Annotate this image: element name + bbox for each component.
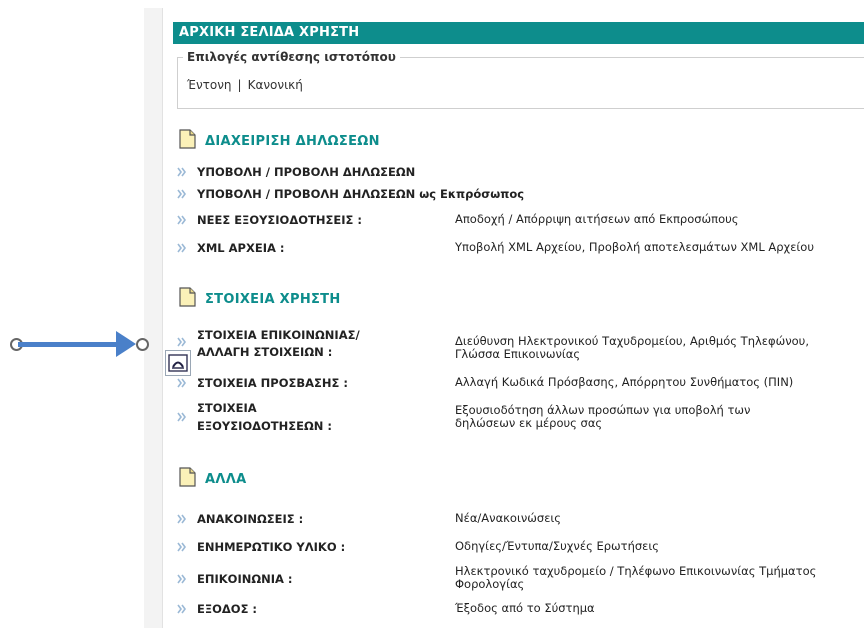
accessibility-icon[interactable] xyxy=(165,350,191,376)
page-margin xyxy=(144,8,162,628)
contact-details-desc-line2: Γλώσσα Επικοινωνίας xyxy=(455,347,581,361)
new-authorizations-link[interactable]: ΝΕΕΣ ΕΞΟΥΣΙΟΔΟΤΗΣΕΙΣ : xyxy=(197,213,362,227)
contact-link[interactable]: ΕΠΙΚΟΙΝΩΝΙΑ : xyxy=(197,572,293,586)
info-material-desc: Οδηγίες/Έντυπα/Συχνές Ερωτήσεις xyxy=(455,539,660,553)
logout-desc: Έξοδος από το Σύστημα xyxy=(455,601,595,615)
double-chevron-right-icon xyxy=(177,243,186,253)
double-chevron-right-icon xyxy=(177,189,186,199)
contrast-high-link[interactable]: Έντονη xyxy=(187,78,232,92)
contact-details-link[interactable]: ΣΤΟΙΧΕΙΑ ΕΠΙΚΟΙΝΩΝΙΑΣ/ xyxy=(197,328,360,342)
announcements-desc: Νέα/Ανακοινώσεις xyxy=(455,511,562,525)
access-details-link[interactable]: ΣΤΟΙΧΕΙΑ ΠΡΟΣΒΑΣΗΣ : xyxy=(197,376,348,390)
access-details-desc: Αλλαγή Κωδικά Πρόσβασης, Απόρρητου Συνθή… xyxy=(455,375,794,389)
double-chevron-right-icon xyxy=(177,378,186,388)
section-title-text: ΣΤΟΙΧΕΙΑ ΧΡΗΣΤΗ xyxy=(205,292,341,307)
change-details-link[interactable]: ΑΛΛΑΓΗ ΣΤΟΙΧΕΙΩΝ : xyxy=(197,345,332,359)
user-home-panel: ΑΡΧΙΚΗ ΣΕΛΙΔΑ ΧΡΗΣΤΗ Επιλογές αντίθεσης … xyxy=(162,8,864,628)
double-chevron-right-icon xyxy=(177,604,186,614)
authorization-details-link-line2[interactable]: ΕΞΟΥΣΙΟΔΟΤΗΣΕΩΝ : xyxy=(197,419,332,433)
authorization-details-link[interactable]: ΣΤΟΙΧΕΙΑ xyxy=(197,401,257,415)
section-other-title: ΑΛΛΑ xyxy=(179,466,246,488)
double-chevron-right-icon xyxy=(177,337,186,347)
xml-files-desc: Υποβολή XML Αρχείου, Προβολή αποτελεσμάτ… xyxy=(455,240,814,254)
double-chevron-right-icon xyxy=(177,215,186,225)
contrast-normal-link[interactable]: Κανονική xyxy=(248,78,303,92)
page-title: ΑΡΧΙΚΗ ΣΕΛΙΔΑ ΧΡΗΣΤΗ xyxy=(173,22,864,44)
submit-declarations-representative-link[interactable]: ΥΠΟΒΟΛΗ / ΠΡΟΒΟΛΗ ΔΗΛΩΣΕΩΝ ως Εκπρόσωπος xyxy=(197,187,524,201)
double-chevron-right-icon xyxy=(177,574,186,584)
announcements-link[interactable]: ΑΝΑΚΟΙΝΩΣΕΙΣ : xyxy=(197,512,303,526)
section-declarations-title: ΔΙΑΧΕΙΡΙΣΗ ΔΗΛΩΣΕΩΝ xyxy=(179,128,380,150)
double-chevron-right-icon xyxy=(177,514,186,524)
contrast-separator: | xyxy=(237,78,242,92)
double-chevron-right-icon xyxy=(177,542,186,552)
left-gutter xyxy=(0,0,140,628)
document-icon xyxy=(179,467,196,487)
section-title-text: ΑΛΛΑ xyxy=(205,472,247,487)
section-title-text: ΔΙΑΧΕΙΡΙΣΗ ΔΗΛΩΣΕΩΝ xyxy=(205,134,380,149)
xml-files-link[interactable]: XML ΑΡΧΕΙΑ : xyxy=(197,241,284,255)
contrast-options-links: Έντονη | Κανονική xyxy=(187,78,303,92)
logout-link[interactable]: ΕΞΟΔΟΣ : xyxy=(197,602,257,616)
annotation-end-ring xyxy=(136,338,149,351)
double-chevron-right-icon xyxy=(177,412,186,422)
authorization-details-desc-line2: δηλώσεων εκ μέρους σας xyxy=(455,416,603,430)
info-material-link[interactable]: ΕΝΗΜΕΡΩΤΙΚΟ ΥΛΙΚΟ : xyxy=(197,540,345,554)
submit-declarations-link[interactable]: ΥΠΟΒΟΛΗ / ΠΡΟΒΟΛΗ ΔΗΛΩΣΕΩΝ xyxy=(197,165,415,179)
contrast-options-legend: Επιλογές αντίθεσης ιστοτόπου xyxy=(183,50,400,64)
document-icon xyxy=(179,129,196,149)
section-user-details-title: ΣΤΟΙΧΕΙΑ ΧΡΗΣΤΗ xyxy=(179,286,341,308)
double-chevron-right-icon xyxy=(177,167,186,177)
contact-desc-line2: Φορολογίας xyxy=(455,577,525,591)
annotation-arrow-shaft xyxy=(18,342,122,347)
arrow-right-icon xyxy=(116,331,136,357)
contrast-options-box: Επιλογές αντίθεσης ιστοτόπου Έντονη | Κανο… xyxy=(177,50,864,109)
new-authorizations-desc: Αποδοχή / Απόρριψη αιτήσεων από Εκπροσώπ… xyxy=(455,212,739,226)
document-icon xyxy=(179,287,196,307)
